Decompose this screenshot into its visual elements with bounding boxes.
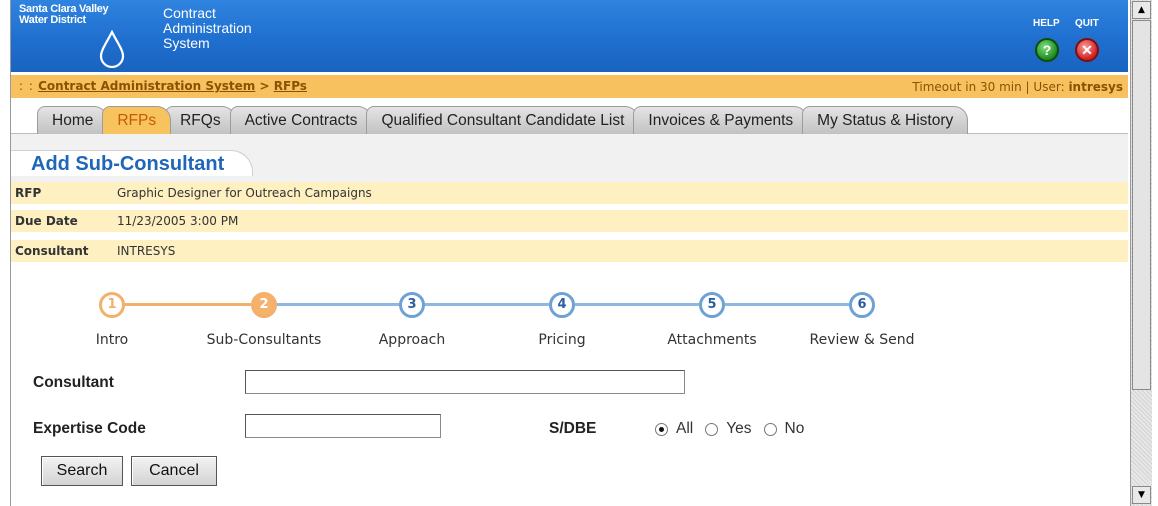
help-icon[interactable]: ? [1035,38,1059,62]
tab-list: Home RFPs RFQs Active Contracts Qualifie… [37,106,969,134]
step-4-circle: 4 [549,292,575,318]
rfp-label: RFP [15,186,42,200]
radio-no[interactable] [763,422,777,436]
sdbe-option-no[interactable]: No [763,420,805,438]
expertise-code-label: Expertise Code [33,420,146,437]
app-title-line-1: Contract [163,5,216,21]
tab-bar: Home RFPs RFQs Active Contracts Qualifie… [11,98,1128,134]
sdbe-option-all[interactable]: All [655,420,693,438]
sdbe-label: S/DBE [549,420,597,437]
session-info: Timeout in 30 min | User: intresys [912,80,1123,94]
step-connector-5 [725,303,849,306]
step-connector-1 [125,303,251,306]
step-6-circle: 6 [849,292,875,318]
quit-label[interactable]: QUIT [1075,18,1099,29]
tab-rfps[interactable]: RFPs [102,106,172,134]
info-row-rfp: RFP Graphic Designer for Outreach Campai… [11,182,1128,205]
consultant-input[interactable] [245,370,685,394]
step-5-label: Attachments [667,332,757,348]
app-title: Contract Administration System [163,6,363,51]
breadcrumb-link-home[interactable]: Contract Administration System [38,79,255,93]
step-3-circle: 3 [399,292,425,318]
step-3-label: Approach [378,332,446,348]
step-1-label: Intro [95,332,129,348]
breadcrumb-prefix: : : [19,79,34,93]
step-6-label: Review & Send [809,332,915,348]
tab-qualified-consultant-list[interactable]: Qualified Consultant Candidate List [366,106,640,134]
water-drop-icon [99,30,125,68]
page-title-area: Add Sub-Consultant [11,134,1128,186]
radio-all-label: All [676,420,694,437]
radio-yes-label: Yes [726,420,752,437]
expertise-code-input[interactable] [245,414,441,438]
org-line-2: Water District [19,14,86,26]
org-logo-text: Santa Clara Valley Water District [19,4,139,26]
app-frame: Santa Clara Valley Water District Contra… [10,0,1128,506]
app-title-line-2: Administration [163,20,252,36]
breadcrumb-bar: : : Contract Administration System > RFP… [11,75,1128,98]
breadcrumb: : : Contract Administration System > RFP… [19,79,307,93]
timeout-text: Timeout in 30 min [912,80,1022,94]
quit-icon[interactable]: ✕ [1075,38,1099,62]
due-date-value: 11/23/2005 3:00 PM [117,214,239,228]
vertical-scrollbar[interactable]: ▲ ▼ [1130,0,1152,506]
due-date-label: Due Date [15,214,78,228]
step-2-circle: 2 [251,292,277,318]
tab-active-contracts[interactable]: Active Contracts [229,106,373,134]
page-title: Add Sub-Consultant [11,150,254,176]
consultant-info-value: INTRESYS [117,244,176,258]
scroll-down-icon[interactable]: ▼ [1132,486,1151,504]
app-title-line-3: System [163,35,210,51]
step-connector-4 [575,303,699,306]
info-row-consultant: Consultant INTRESYS [11,240,1128,263]
tab-rfqs[interactable]: RFQs [165,106,236,134]
step-connector-3 [425,303,549,306]
scroll-up-icon[interactable]: ▲ [1132,1,1151,19]
radio-yes[interactable] [705,422,719,436]
consultant-info-label: Consultant [15,244,89,258]
sdbe-option-yes[interactable]: Yes [705,420,752,438]
scrollbar-thumb[interactable] [1132,20,1151,390]
step-5-circle: 5 [699,292,725,318]
tab-invoices-payments[interactable]: Invoices & Payments [633,106,809,134]
sdbe-radio-group: All Yes No [655,420,816,438]
tab-my-status-history[interactable]: My Status & History [802,106,969,134]
user-name: intresys [1068,80,1123,94]
consultant-field-label: Consultant [33,374,114,391]
radio-all[interactable] [655,422,668,436]
user-prefix: User: [1033,80,1065,94]
search-button[interactable]: Search [41,456,123,486]
rfp-value: Graphic Designer for Outreach Campaigns [117,186,372,200]
help-label[interactable]: HELP [1033,18,1060,29]
info-row-due-date: Due Date 11/23/2005 3:00 PM [11,210,1128,233]
step-2-label: Sub-Consultants [206,332,322,348]
breadcrumb-link-rfps[interactable]: RFPs [274,79,307,93]
cancel-button[interactable]: Cancel [131,456,217,486]
step-1-circle: 1 [99,292,125,318]
wizard-stepper: 1 2 3 4 5 6 Intro Sub-Consultants Approa… [11,292,1128,362]
step-connector-2 [277,303,399,306]
step-4-label: Pricing [538,332,586,348]
app-header: Santa Clara Valley Water District Contra… [11,0,1128,72]
session-divider: | [1025,80,1030,94]
radio-no-label: No [784,420,805,437]
tab-home[interactable]: Home [37,106,109,134]
breadcrumb-separator: > [259,79,270,93]
